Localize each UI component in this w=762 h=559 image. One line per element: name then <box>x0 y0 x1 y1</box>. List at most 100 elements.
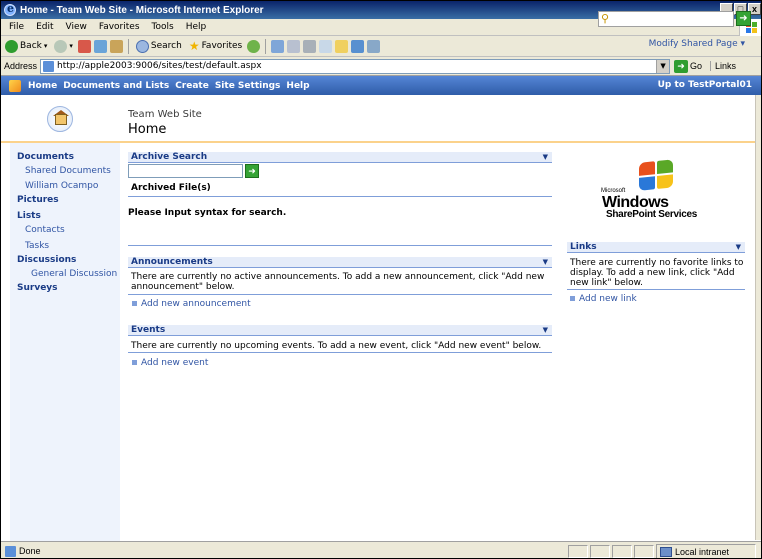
ql-william-ocampo[interactable]: William Ocampo <box>25 181 98 191</box>
toolbar-separator <box>265 38 267 54</box>
vertical-scrollbar[interactable] <box>755 95 761 540</box>
ql-contacts[interactable]: Contacts <box>25 225 65 235</box>
status-pane <box>612 545 632 558</box>
bullet-icon <box>570 296 575 301</box>
announcements-empty-text: There are currently no active announceme… <box>131 272 545 292</box>
status-panes <box>568 545 654 558</box>
ql-shared-documents[interactable]: Shared Documents <box>25 166 111 176</box>
webpart-menu-icon[interactable]: ▼ <box>543 325 548 336</box>
go-button[interactable]: ➜ Go <box>674 59 703 73</box>
menu-help[interactable]: Help <box>180 22 213 32</box>
research-icon[interactable] <box>367 39 381 53</box>
address-dropdown-icon[interactable]: ▼ <box>656 59 670 73</box>
webpart-menu-icon[interactable]: ▼ <box>736 242 741 253</box>
history-icon[interactable] <box>271 39 285 53</box>
announcements-title[interactable]: Announcements <box>131 257 213 267</box>
messenger-icon[interactable] <box>351 39 365 53</box>
ql-surveys[interactable]: Surveys <box>17 283 58 293</box>
ie-icon <box>4 2 16 16</box>
nav-site-settings[interactable]: Site Settings <box>212 81 284 91</box>
stop-icon[interactable] <box>77 39 91 53</box>
edit-icon[interactable] <box>319 39 333 53</box>
search-button[interactable]: Search <box>134 39 184 53</box>
zone-label: Local intranet <box>675 546 730 557</box>
status-text: Done <box>19 546 41 556</box>
add-new-event-link[interactable]: Add new event <box>132 358 208 368</box>
archive-bottom-divider <box>128 245 552 246</box>
print-icon[interactable] <box>303 39 317 53</box>
archived-files-label: Archived File(s) <box>131 183 211 193</box>
windows-flag-logo-icon <box>639 159 675 193</box>
page-header: Team Web Site Home <box>1 95 761 143</box>
refresh-icon[interactable] <box>93 39 107 53</box>
back-dropdown-icon: ▾ <box>43 42 48 50</box>
modify-shared-page-link[interactable]: Modify Shared Page ▾ <box>649 39 745 49</box>
home-toolbar-icon[interactable] <box>109 39 123 53</box>
add-new-announcement-label: Add new announcement <box>141 299 251 309</box>
events-title[interactable]: Events <box>131 325 165 335</box>
menu-tools[interactable]: Tools <box>146 22 180 32</box>
add-new-announcement-link[interactable]: Add new announcement <box>132 299 251 309</box>
status-pane <box>590 545 610 558</box>
ql-pictures[interactable]: Pictures <box>17 195 59 205</box>
nav-home[interactable]: Home <box>25 81 60 91</box>
events-header: Events ▼ <box>128 325 552 336</box>
status-pane <box>568 545 588 558</box>
nav-help[interactable]: Help <box>283 81 312 91</box>
webpart-menu-icon[interactable]: ▼ <box>543 257 548 268</box>
sharepoint-top-nav: Home Documents and Lists Create Site Set… <box>1 76 761 95</box>
address-bar: Address http://apple2003:9006/sites/test… <box>1 57 761 76</box>
ql-tasks[interactable]: Tasks <box>25 241 49 251</box>
menu-favorites[interactable]: Favorites <box>93 22 146 32</box>
nav-create[interactable]: Create <box>172 81 212 91</box>
address-input[interactable]: http://apple2003:9006/sites/test/default… <box>40 58 671 74</box>
go-arrow-icon: ➜ <box>674 59 689 73</box>
address-url: http://apple2003:9006/sites/test/default… <box>57 61 262 71</box>
site-search-input[interactable] <box>609 12 733 26</box>
nav-documents-and-lists[interactable]: Documents and Lists <box>60 81 172 91</box>
favorites-label: Favorites <box>201 41 243 51</box>
status-bar: Done Local intranet <box>1 541 761 558</box>
favorites-button[interactable]: ★ Favorites <box>187 39 244 53</box>
events-empty-text: There are currently no upcoming events. … <box>131 341 542 351</box>
menu-file[interactable]: File <box>3 22 30 32</box>
sharepoint-logo-icon <box>9 79 21 92</box>
menu-view[interactable]: View <box>60 22 93 32</box>
forward-arrow-icon <box>54 39 68 53</box>
announcements-divider <box>128 294 552 295</box>
links-empty-text: There are currently no favorite links to… <box>570 258 744 288</box>
ql-lists[interactable]: Lists <box>17 211 41 221</box>
media-icon[interactable] <box>247 39 261 53</box>
archive-search-input[interactable] <box>128 164 243 178</box>
archive-search-go-button[interactable]: ➜ <box>245 164 259 178</box>
page-title: Home <box>128 122 167 137</box>
forward-button[interactable]: ▾ <box>52 39 75 53</box>
back-button[interactable]: Back ▾ <box>3 39 49 53</box>
menu-edit[interactable]: Edit <box>30 22 59 32</box>
site-title: Team Web Site <box>128 109 202 120</box>
mail-icon[interactable] <box>287 39 301 53</box>
star-icon: ★ <box>188 39 200 53</box>
page-status-icon <box>5 545 16 557</box>
site-search-go-button[interactable]: ➜ <box>736 11 751 26</box>
logo-sharepoint-text: SharePoint Services <box>606 209 698 220</box>
archive-prompt: Please Input syntax for search. <box>128 208 287 218</box>
ql-documents[interactable]: Documents <box>17 152 74 162</box>
add-new-link-link[interactable]: Add new link <box>570 294 637 304</box>
go-label: Go <box>690 61 703 71</box>
nav-up-to-portal[interactable]: Up to TestPortal01 <box>655 80 755 90</box>
ql-general-discussion[interactable]: General Discussion <box>31 269 117 279</box>
back-arrow-icon <box>5 39 18 53</box>
ql-discussions[interactable]: Discussions <box>17 255 76 265</box>
search-label: Search <box>150 41 182 51</box>
links-header: Links ▼ <box>567 242 745 253</box>
webpart-menu-icon[interactable]: ▼ <box>543 152 548 163</box>
intranet-zone-icon <box>660 546 672 557</box>
search-magnifier-icon: ⚲ <box>601 13 610 25</box>
status-pane <box>634 545 654 558</box>
bullet-icon <box>132 301 137 306</box>
window-title: Home - Team Web Site - Microsoft Interne… <box>20 4 264 16</box>
links-toolbar-label[interactable]: Links <box>710 61 736 71</box>
links-title[interactable]: Links <box>570 242 597 252</box>
folder-icon[interactable] <box>335 39 349 53</box>
